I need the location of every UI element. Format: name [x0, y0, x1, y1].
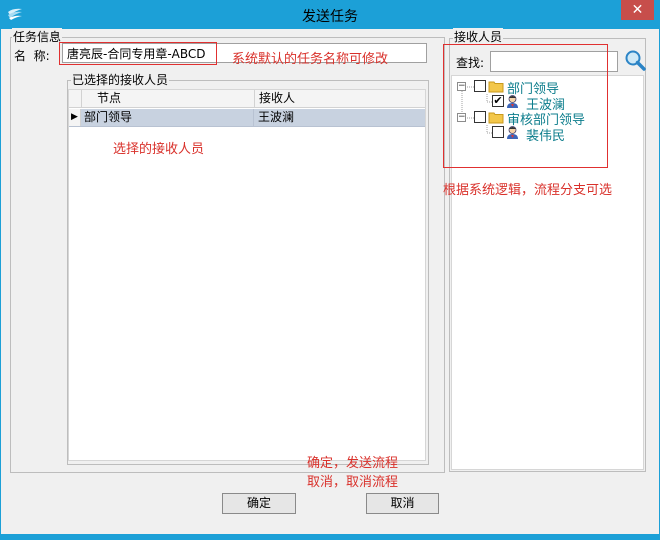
annotation-box-tree	[443, 44, 608, 168]
search-icon[interactable]	[623, 49, 647, 73]
cancel-button[interactable]: 取消	[366, 493, 439, 514]
cell-node[interactable]: 部门领导	[81, 109, 254, 126]
annotation-selected-note: 选择的接收人员	[113, 142, 205, 157]
cell-receiver[interactable]: 王波澜	[254, 109, 425, 126]
column-header-node[interactable]: 节点	[81, 90, 254, 107]
grid-header: 节点 接收人	[69, 90, 425, 108]
row-header-corner	[69, 90, 81, 107]
annotation-tree-note: 根据系统逻辑，流程分支可选	[443, 183, 613, 198]
annotation-ok-note: 确定，发送流程	[307, 456, 399, 471]
window-bottom-border	[0, 534, 660, 540]
row-indicator-icon: ▶	[69, 109, 81, 126]
close-button[interactable]: ✕	[621, 0, 654, 20]
task-info-group-title: 任务信息	[12, 28, 63, 45]
ok-button[interactable]: 确定	[222, 493, 296, 514]
table-row[interactable]: ▶ 部门领导 王波澜	[69, 109, 425, 127]
column-header-receiver[interactable]: 接收人	[254, 90, 425, 107]
annotation-name-note: 系统默认的任务名称可修改	[232, 52, 389, 67]
task-name-label: 名 称:	[14, 49, 50, 63]
annotation-cancel-note: 取消，取消流程	[307, 475, 399, 490]
selected-receivers-group-title: 已选择的接收人员	[71, 71, 170, 88]
window-title: 发送任务	[302, 9, 358, 25]
annotation-box-name	[59, 42, 217, 65]
receivers-group-title: 接收人员	[453, 28, 504, 45]
